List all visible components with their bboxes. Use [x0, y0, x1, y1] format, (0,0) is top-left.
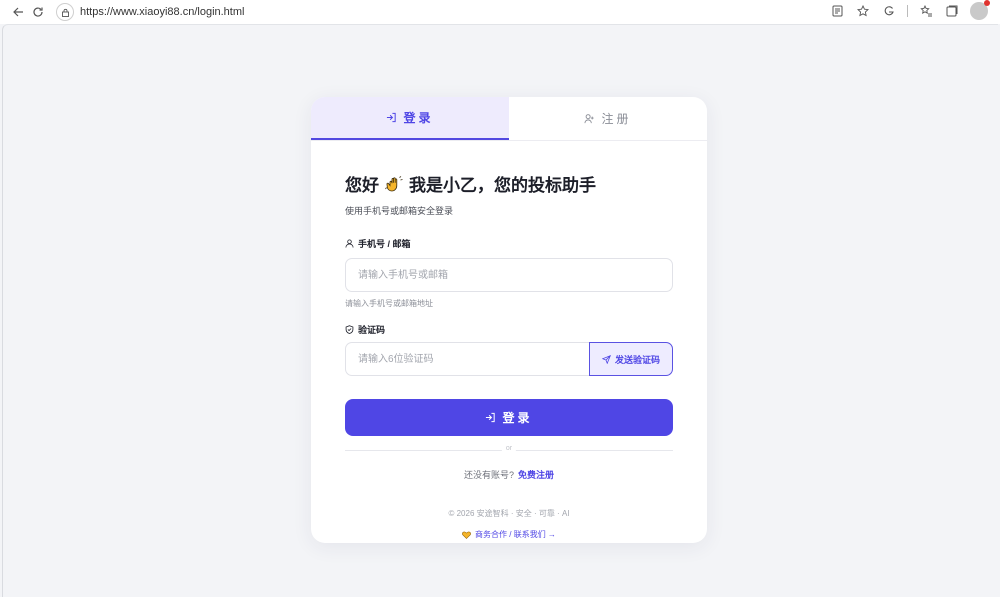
waving-hand-icon	[385, 175, 403, 193]
title-suffix: 我是小乙，您的投标助手	[409, 176, 596, 195]
code-row: 发送验证码	[345, 342, 673, 376]
auth-tabs: 登录 注册	[311, 97, 707, 141]
business-contact-label: 商务合作 / 联系我们 →	[475, 530, 556, 539]
subtitle: 使用手机号或邮箱安全登录	[345, 206, 454, 216]
business-contact-link[interactable]: 商务合作 / 联系我们 →	[345, 529, 673, 540]
handshake-heart-icon	[462, 531, 471, 539]
shield-icon	[345, 325, 354, 334]
register-prompt: 还没有账号? 免费注册	[345, 468, 673, 481]
phone-label-text: 手机号 / 邮箱	[358, 239, 411, 249]
or-divider: or	[345, 445, 673, 454]
login-card: 登录 注册 您好 我是小乙，您的投标助手 使用手机号或邮箱安全登录 手机号 / …	[311, 97, 707, 543]
toolbar-separator	[907, 5, 908, 17]
send-code-label: 发送验证码	[614, 354, 660, 365]
reload-icon[interactable]	[28, 2, 48, 22]
code-label-text: 验证码	[358, 325, 386, 335]
login-icon	[486, 412, 496, 423]
copyright: © 2026 安途智科 · 安全 · 可靠 · AI	[448, 509, 570, 518]
login-form: 您好 我是小乙，您的投标助手 使用手机号或邮箱安全登录 手机号 / 邮箱 请输入…	[345, 141, 673, 540]
tab-register[interactable]: 注册	[509, 97, 707, 140]
add-user-icon	[584, 114, 595, 124]
divider-text: or	[501, 445, 517, 452]
browser-essentials-icon[interactable]	[881, 2, 897, 20]
reader-view-icon[interactable]	[829, 2, 845, 20]
login-button[interactable]: 登录	[345, 399, 673, 436]
send-code-button[interactable]: 发送验证码	[589, 342, 673, 376]
collections-icon[interactable]	[944, 2, 960, 20]
address-bar[interactable]: https://www.xiaoyi88.cn/login.html	[56, 2, 244, 22]
profile-avatar[interactable]	[970, 0, 990, 20]
tab-login[interactable]: 登录	[311, 97, 509, 140]
register-link[interactable]: 免费注册	[518, 470, 554, 480]
user-icon	[345, 239, 354, 248]
favorites-icon[interactable]	[918, 2, 934, 20]
phone-email-input[interactable]	[345, 258, 673, 292]
toolbar-actions	[829, 0, 990, 20]
back-icon[interactable]	[8, 2, 28, 22]
page-title: 您好 我是小乙，您的投标助手	[345, 171, 673, 196]
browser-toolbar: https://www.xiaoyi88.cn/login.html	[0, 0, 1000, 24]
notification-dot	[984, 0, 990, 6]
send-icon	[601, 354, 611, 364]
verification-code-input[interactable]	[345, 342, 589, 376]
tab-register-label: 注册	[601, 112, 632, 126]
phone-hint: 请输入手机号或邮箱地址	[345, 299, 433, 308]
register-prompt-text: 还没有账号?	[463, 470, 514, 480]
login-button-label: 登录	[502, 411, 533, 425]
code-label: 验证码	[345, 323, 673, 336]
login-icon	[387, 112, 397, 123]
title-prefix: 您好	[345, 176, 379, 195]
tab-login-label: 登录	[403, 111, 434, 125]
lock-icon[interactable]	[56, 3, 74, 21]
url-text: https://www.xiaoyi88.cn/login.html	[80, 6, 245, 18]
phone-label: 手机号 / 邮箱	[345, 237, 673, 250]
favorite-star-icon[interactable]	[855, 2, 871, 20]
